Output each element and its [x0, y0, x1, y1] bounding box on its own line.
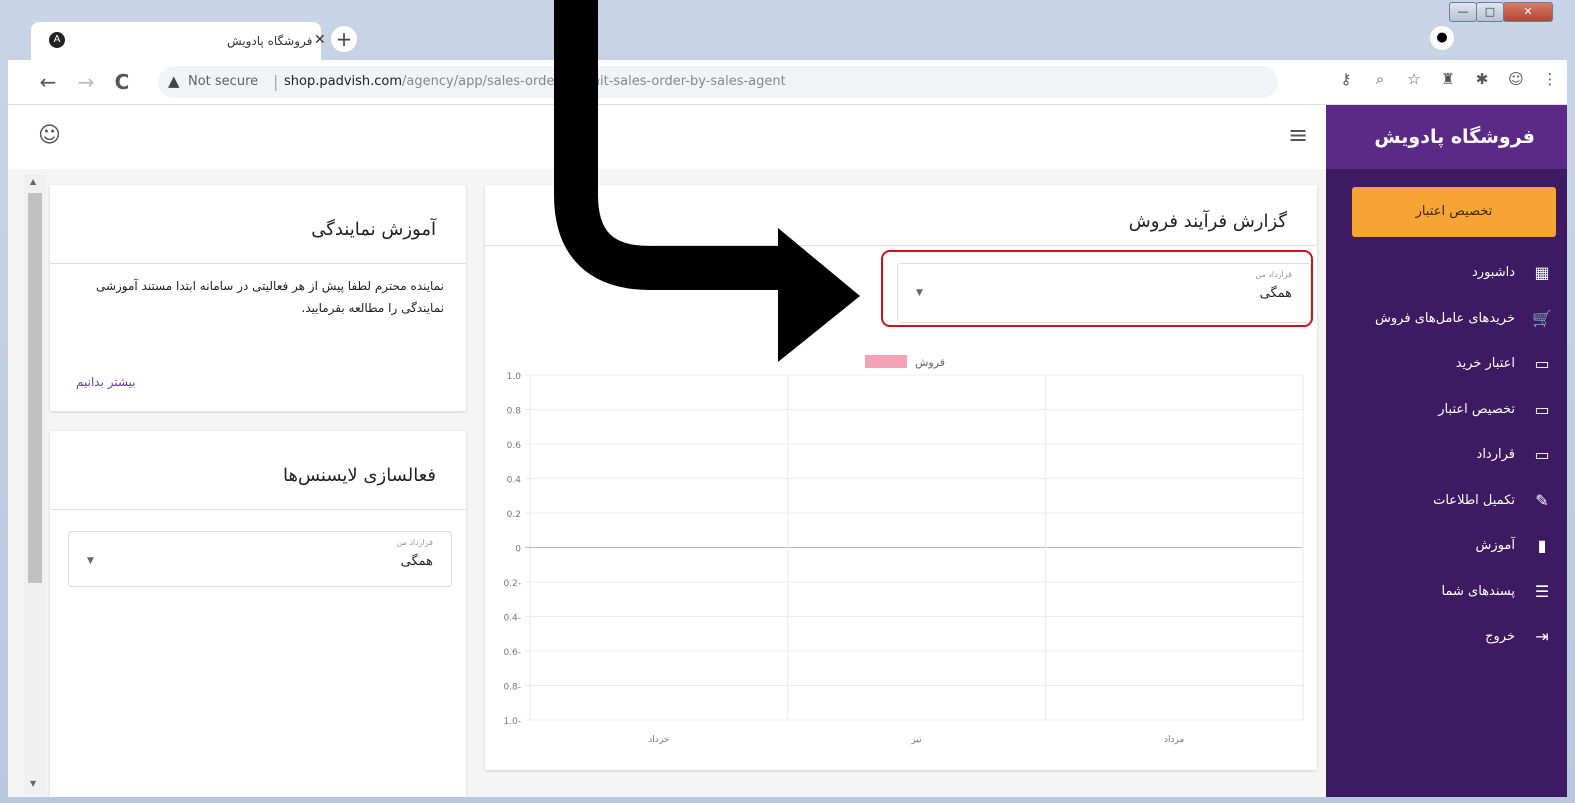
arrow-shaft — [554, 0, 790, 290]
annotation-arrow — [554, 0, 860, 362]
arrow-head — [778, 228, 860, 362]
